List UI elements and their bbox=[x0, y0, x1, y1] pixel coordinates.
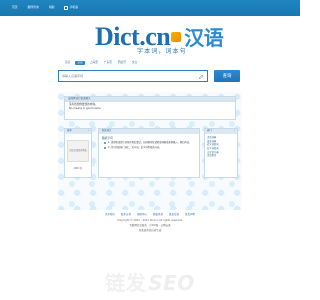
search-button[interactable]: 查询 bbox=[214, 70, 240, 82]
result-box: 该简体词汇暂无释义 没有找到你要找的内容。 No means in good n… bbox=[64, 96, 236, 120]
footer-links: 关于我们 联系方式 帮助中心 隐私条款 意见反馈 免责声明 bbox=[0, 213, 300, 217]
left-panel-image[interactable]: 汉语在线查询系统 bbox=[67, 140, 89, 162]
search-row: 查询 bbox=[58, 70, 242, 82]
top-nav-item-mobile[interactable]: 手机版 bbox=[64, 5, 78, 11]
result-line-2: No means in good name bbox=[69, 106, 101, 110]
footer-link[interactable]: 免责声明 bbox=[185, 213, 195, 217]
tab-en-zh[interactable]: 英汉 bbox=[64, 61, 71, 64]
site-footer: 关于我们 联系方式 帮助中心 隐私条款 意见反馈 免责声明 Copyright … bbox=[0, 213, 300, 266]
logo-tagline: 字本词，词本句 bbox=[137, 49, 187, 55]
bullet-icon bbox=[104, 147, 106, 150]
site-logo[interactable]: Dict.cn 汉语 字本词，词本句 bbox=[95, 20, 224, 64]
watermark-left: 链发 bbox=[105, 270, 147, 295]
middle-panel: 相关词汇 随机字词 1. 请搜索或提示词条并稍后重试，如问题持续请检查网络或更换… bbox=[98, 128, 200, 178]
middle-panel-row-2: 2. 也可浏览热门词汇、近义词、反义词等相关内容。 bbox=[104, 146, 199, 150]
search-input[interactable] bbox=[62, 71, 200, 81]
logo-brand: Dict.cn 汉语 bbox=[95, 22, 224, 51]
watermark: 链发 SEO bbox=[0, 266, 300, 300]
tab-spanish[interactable]: 西班牙 bbox=[117, 61, 127, 64]
footer-icp: 互联网信息服务 · 沪ICP备 · 公网安备 bbox=[129, 223, 171, 227]
middle-panel-subtitle: 随机字词 bbox=[102, 136, 113, 140]
pencil-icon[interactable] bbox=[198, 74, 204, 80]
footer-link[interactable]: 联系方式 bbox=[121, 213, 131, 217]
search-box[interactable] bbox=[58, 70, 208, 82]
top-nav-item-donate[interactable]: 捐助 bbox=[49, 6, 55, 9]
chevron-right-icon[interactable]: › bbox=[88, 129, 89, 133]
left-panel-count: (200 字) bbox=[73, 167, 83, 170]
footer-link[interactable]: 关于我们 bbox=[105, 213, 115, 217]
phone-icon bbox=[64, 5, 68, 11]
middle-panel-row-1: 1. 请搜索或提示词条并稍后重试，如问题持续请检查网络或更换输入，稍后再试。 bbox=[104, 141, 199, 145]
watermark-right: SEO bbox=[148, 270, 195, 295]
top-nav-item-home[interactable]: 首页 bbox=[12, 6, 18, 9]
chevron-right-icon[interactable]: › bbox=[234, 129, 235, 133]
left-panel-title: 更多 › bbox=[65, 129, 91, 134]
left-panel: 更多 › 汉语在线查询系统 (200 字) bbox=[64, 128, 92, 178]
logo-mark-icon bbox=[171, 32, 182, 43]
footer-link[interactable]: 帮助中心 bbox=[137, 213, 147, 217]
footer-link[interactable]: 意见反馈 bbox=[169, 213, 179, 217]
search-area: 英汉 汉英 上海话 广东话 西班牙 文言 查询 bbox=[58, 60, 242, 88]
right-panel-item[interactable]: 汉语拼音 bbox=[207, 154, 235, 158]
footer-link[interactable]: 隐私条款 bbox=[153, 213, 163, 217]
tab-shanghai[interactable]: 上海话 bbox=[89, 61, 99, 64]
footer-copyright: Copyright © 2003 – 2024 Dict.cn All righ… bbox=[117, 218, 183, 222]
top-navigation-bar: 首页 翻译查询 捐助 手机版 bbox=[0, 0, 300, 16]
middle-panel-title: 相关词汇 bbox=[99, 129, 199, 134]
tab-classical[interactable]: 文言 bbox=[131, 61, 138, 64]
bullet-icon bbox=[104, 142, 106, 145]
right-panel: 热门 › 汉语词典 成语词典 近义词查询 反义词查询 古汉语字典 汉语拼音 bbox=[204, 128, 238, 178]
right-panel-list: 汉语词典 成语词典 近义词查询 反义词查询 古汉语字典 汉语拼音 bbox=[205, 134, 237, 158]
top-nav-item-translate[interactable]: 翻译查询 bbox=[28, 6, 39, 9]
footer-generated: 页面由系统自动生成 bbox=[138, 228, 162, 232]
dictionary-tabs: 英汉 汉英 上海话 广东话 西班牙 文言 bbox=[64, 60, 242, 66]
tab-zh-en[interactable]: 汉英 bbox=[75, 61, 85, 66]
tab-cantonese[interactable]: 广东话 bbox=[103, 61, 113, 64]
